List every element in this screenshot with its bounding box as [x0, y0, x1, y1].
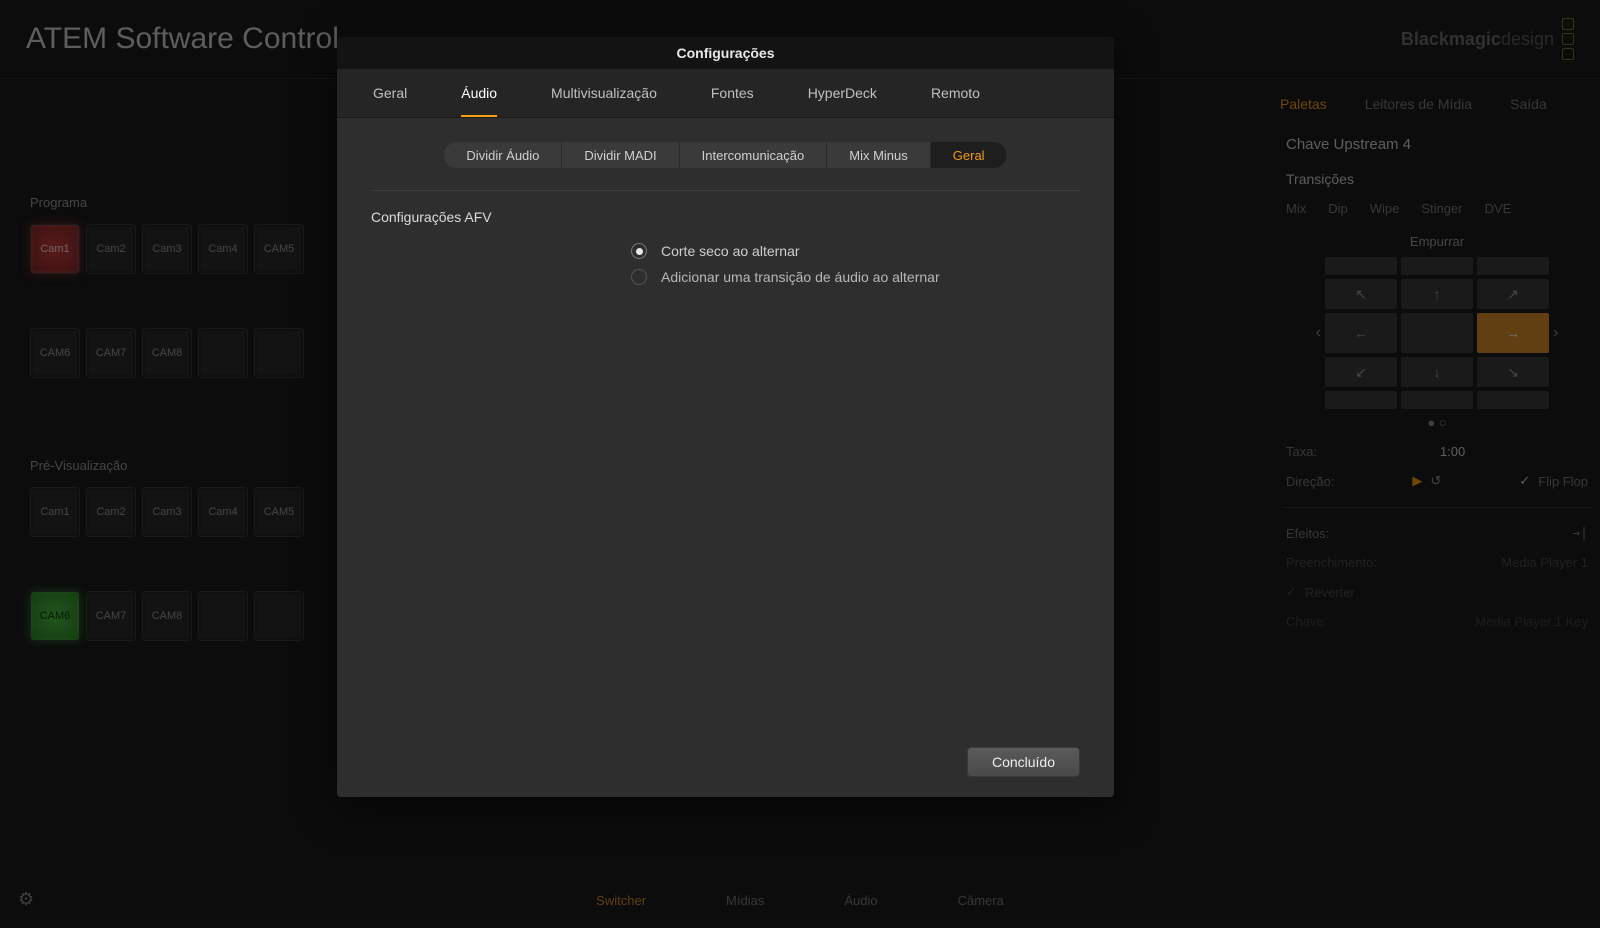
tab-multiview[interactable]: Multivisualização: [551, 69, 657, 117]
seg-geral[interactable]: Geral: [931, 142, 1007, 168]
seg-split-madi[interactable]: Dividir MADI: [562, 142, 679, 168]
tab-geral[interactable]: Geral: [373, 69, 407, 117]
tab-fontes[interactable]: Fontes: [711, 69, 754, 117]
settings-modal: Configurações Geral Áudio Multivisualiza…: [337, 37, 1114, 797]
seg-split-audio[interactable]: Dividir Áudio: [444, 142, 562, 168]
radio-off-icon: [631, 269, 647, 285]
modal-title: Configurações: [337, 37, 1114, 69]
seg-mix-minus[interactable]: Mix Minus: [827, 142, 931, 168]
modal-tabs: Geral Áudio Multivisualização Fontes Hyp…: [337, 69, 1114, 118]
tab-audio[interactable]: Áudio: [461, 69, 497, 117]
afv-settings-title: Configurações AFV: [371, 209, 1080, 225]
tab-hyperdeck[interactable]: HyperDeck: [808, 69, 877, 117]
radio-add-transition[interactable]: Adicionar uma transição de áudio ao alte…: [631, 269, 1080, 285]
seg-talkback[interactable]: Intercomunicação: [680, 142, 828, 168]
tab-remoto[interactable]: Remoto: [931, 69, 980, 117]
audio-segmented-control: Dividir Áudio Dividir MADI Intercomunica…: [444, 142, 1006, 168]
radio-hard-cut[interactable]: Corte seco ao alternar: [631, 243, 1080, 259]
radio-on-icon: [631, 243, 647, 259]
done-button[interactable]: Concluído: [967, 747, 1080, 777]
